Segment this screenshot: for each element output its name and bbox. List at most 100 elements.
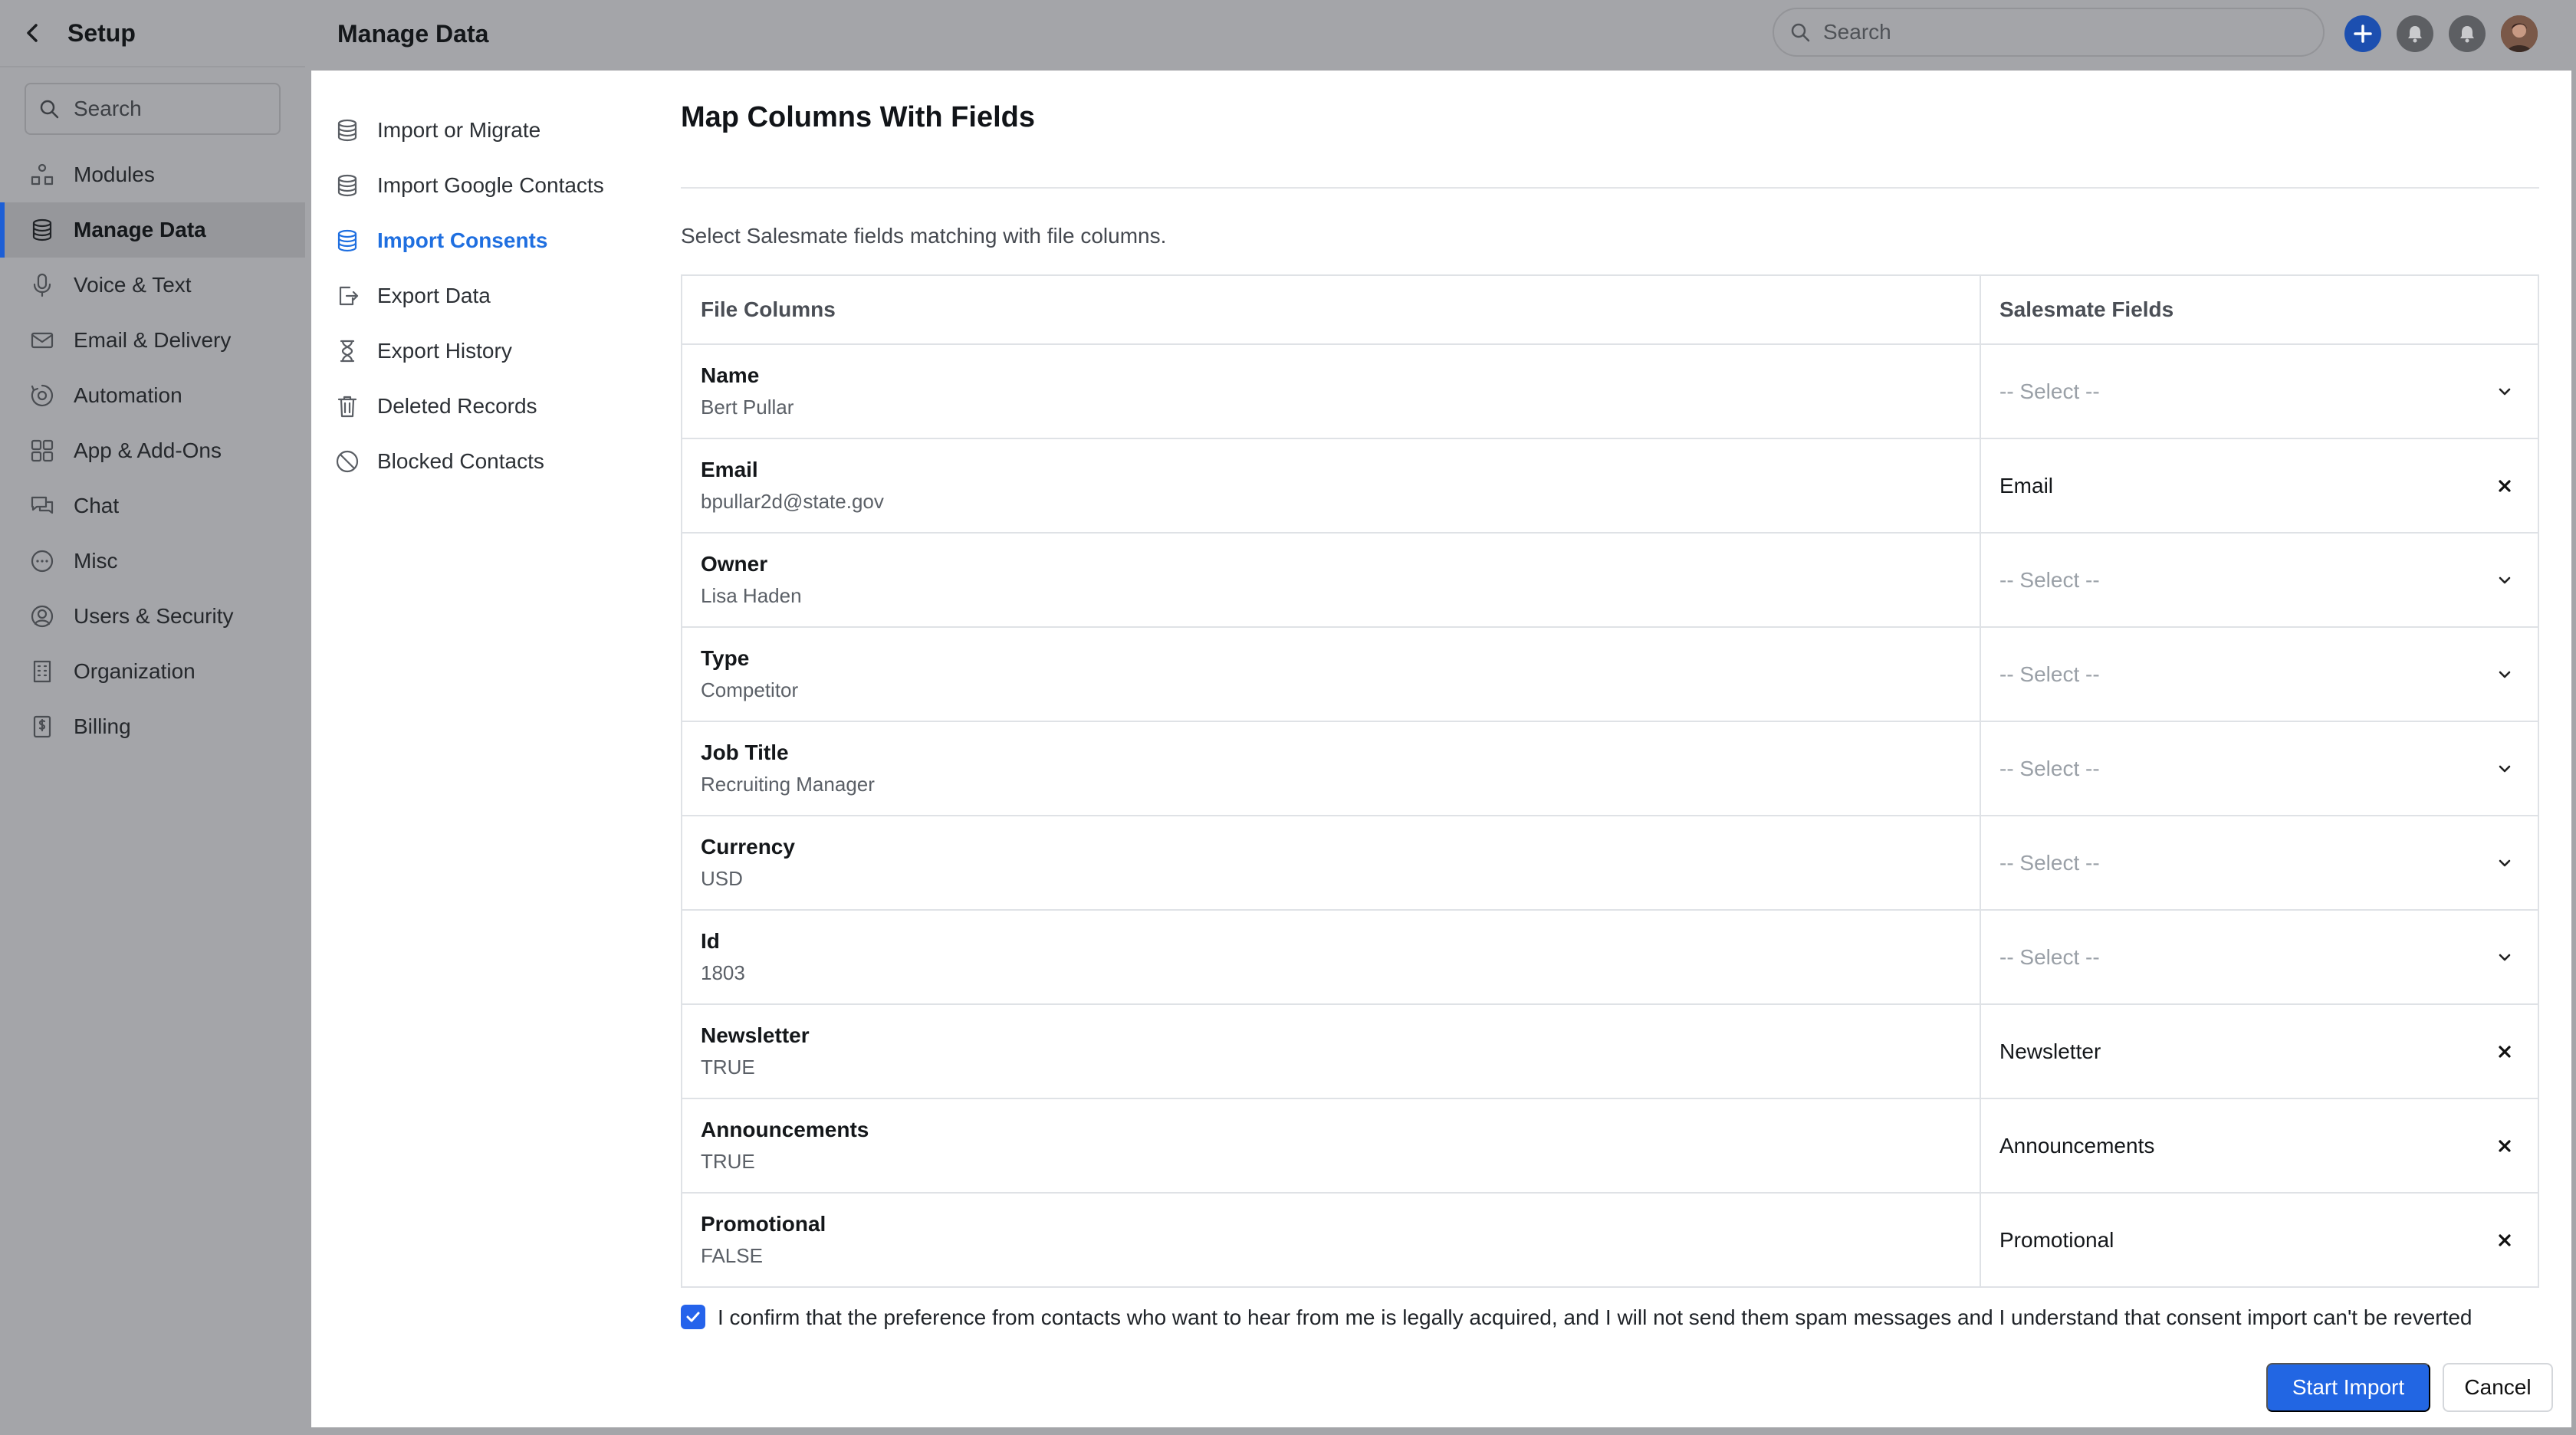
bell-icon [2460,26,2474,43]
file-column-name: Name [701,363,760,387]
file-column-name: Owner [701,552,768,576]
modules-icon [29,162,55,188]
table-row: Currency USD -- Select -- [682,816,2538,911]
consent-checkbox[interactable] [681,1305,705,1329]
salesmate-field-select[interactable]: Announcements [1999,1133,2518,1159]
subnav-item-deleted-records[interactable]: Deleted Records [334,379,641,434]
salesmate-field-select[interactable]: Newsletter [1999,1039,2518,1065]
search-icon [1791,23,1810,42]
sidebar-item-app-add-ons[interactable]: App & Add-Ons [0,423,305,478]
sidebar-item-automation[interactable]: Automation [0,368,305,423]
sidebar-item-label: Misc [74,549,118,573]
selected-field-value: Email [1999,473,2054,497]
table-row: Owner Lisa Haden -- Select -- [682,533,2538,628]
subnav-item-label: Export History [377,339,512,363]
salesmate-field-cell: Promotional [1980,1193,2538,1288]
file-column-cell: Currency USD [682,816,1981,911]
file-column-sample: FALSE [701,1244,763,1267]
subnav-item-label: Import or Migrate [377,118,541,142]
table-header-row: File Columns Salesmate Fields [682,275,2538,345]
file-column-sample: 1803 [701,961,745,984]
database-icon [29,217,55,243]
sidebar-item-organization[interactable]: Organization [0,644,305,699]
salesmate-field-select[interactable]: Email [1999,473,2518,499]
setup-nav: Modules Manage Data Voice & Text Email & De… [0,147,305,754]
salesmate-field-select[interactable]: -- Select -- [1999,567,2518,593]
sidebar-item-email-delivery[interactable]: Email & Delivery [0,313,305,368]
table-row: Job Title Recruiting Manager -- Select -- [682,721,2538,816]
sidebar-item-users-security[interactable]: Users & Security [0,589,305,644]
chevron-down-icon[interactable] [2492,567,2518,593]
sidebar-item-chat[interactable]: Chat [0,478,305,534]
file-column-name: Announcements [701,1118,869,1141]
mapping-table: File Columns Salesmate Fields Name Bert P… [681,274,2539,1288]
table-row: Announcements TRUE Announcements [682,1098,2538,1194]
instruction-text: Select Salesmate fields matching with fi… [681,224,1167,248]
clear-selection-icon[interactable] [2492,1039,2518,1065]
file-column-cell: Email bpullar2d@state.gov [682,438,1981,534]
clear-selection-icon[interactable] [2492,473,2518,499]
salesmate-field-select[interactable]: -- Select -- [1999,756,2518,782]
subnav-item-label: Blocked Contacts [377,449,544,473]
file-column-cell: Newsletter TRUE [682,1004,1981,1099]
avatar-icon [2501,15,2538,52]
table-row: Name Bert Pullar -- Select -- [682,344,2538,439]
manage-data-subnav: Import or Migrate Import Google Contacts I… [334,103,641,489]
clear-selection-icon[interactable] [2492,1133,2518,1159]
subnav-item-import-google-contacts[interactable]: Import Google Contacts [334,158,641,213]
salesmate-field-select[interactable]: -- Select -- [1999,379,2518,405]
file-column-cell: Owner Lisa Haden [682,533,1981,628]
select-placeholder: -- Select -- [1999,850,2100,875]
salesmate-field-cell: Newsletter [1980,1004,2538,1099]
chevron-down-icon[interactable] [2492,662,2518,688]
subnav-item-import-consents[interactable]: Import Consents [334,213,641,268]
apps-grid-icon [29,438,55,464]
reminders-button[interactable] [2397,15,2433,52]
add-button[interactable] [2344,15,2381,52]
salesmate-field-select[interactable]: -- Select -- [1999,850,2518,876]
user-avatar[interactable] [2501,15,2538,52]
notifications-button[interactable] [2449,15,2486,52]
selected-field-value: Promotional [1999,1227,2114,1252]
back-arrow-icon[interactable] [21,22,43,44]
start-import-button[interactable]: Start Import [2266,1363,2430,1412]
sidebar-item-voice-text[interactable]: Voice & Text [0,258,305,313]
file-column-sample: Recruiting Manager [701,773,875,796]
table-row: Type Competitor -- Select -- [682,627,2538,722]
salesmate-field-select[interactable]: -- Select -- [1999,662,2518,688]
salesmate-field-select[interactable]: -- Select -- [1999,944,2518,970]
subnav-item-blocked-contacts[interactable]: Blocked Contacts [334,434,641,489]
selected-field-value: Announcements [1999,1133,2155,1158]
sidebar-search-placeholder: Search [74,97,142,120]
clear-selection-icon[interactable] [2492,1227,2518,1253]
subnav-item-label: Deleted Records [377,394,537,418]
salesmate-field-cell: -- Select -- [1980,344,2538,439]
select-placeholder: -- Select -- [1999,756,2100,780]
salesmate-fields-header: Salesmate Fields [1980,275,2538,345]
subnav-item-export-history[interactable]: Export History [334,323,641,379]
table-row: Promotional FALSE Promotional [682,1193,2538,1288]
chevron-down-icon[interactable] [2492,850,2518,876]
chevron-down-icon[interactable] [2492,379,2518,405]
subnav-item-import-or-migrate[interactable]: Import or Migrate [334,103,641,158]
file-column-cell: Job Title Recruiting Manager [682,721,1981,816]
chevron-down-icon[interactable] [2492,756,2518,782]
chevron-down-icon[interactable] [2492,944,2518,970]
topbar: Manage Data Search [307,0,2576,67]
file-column-sample: Bert Pullar [701,396,794,419]
file-column-name: Currency [701,835,795,859]
sidebar-item-label: Manage Data [74,218,206,241]
file-column-sample: Competitor [701,678,799,701]
sidebar-item-manage-data[interactable]: Manage Data [0,202,305,258]
cancel-button[interactable]: Cancel [2443,1363,2553,1412]
subnav-item-export-data[interactable]: Export Data [334,268,641,323]
file-column-name: Job Title [701,740,789,764]
sidebar-item-billing[interactable]: Billing [0,699,305,754]
sidebar-item-modules[interactable]: Modules [0,147,305,202]
select-placeholder: -- Select -- [1999,379,2100,403]
salesmate-field-select[interactable]: Promotional [1999,1227,2518,1253]
global-search-input[interactable]: Search [1773,8,2325,57]
sidebar-search-input[interactable]: Search [25,83,281,135]
sidebar-item-misc[interactable]: Misc [0,534,305,589]
envelope-icon [29,327,55,353]
